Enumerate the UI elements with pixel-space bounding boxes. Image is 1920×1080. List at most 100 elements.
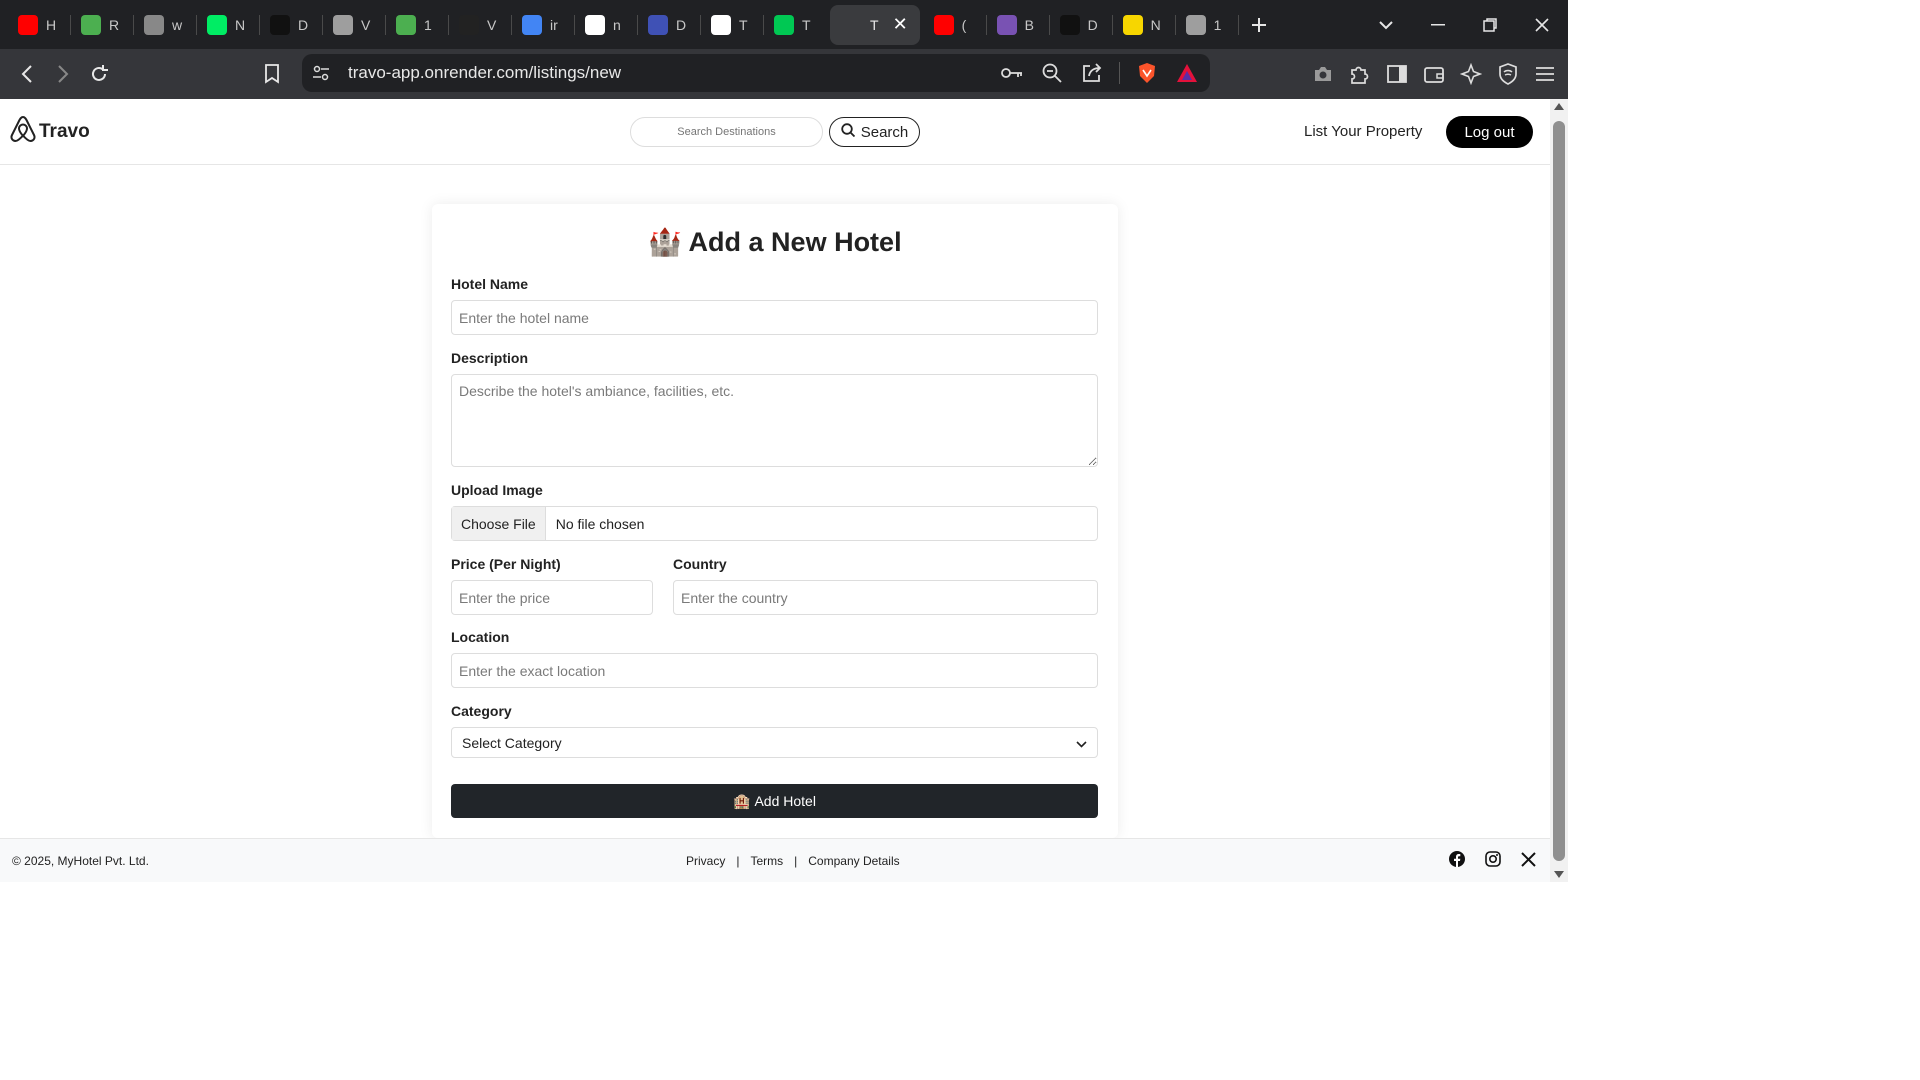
browser-tab[interactable]: 1 — [386, 5, 448, 45]
x-icon[interactable] — [1521, 851, 1536, 870]
search-icon — [841, 123, 855, 141]
browser-tab[interactable]: T ✕ — [830, 4, 920, 45]
scroll-down-icon[interactable] — [1554, 871, 1564, 878]
search-button[interactable]: Search — [829, 117, 920, 147]
address-bar[interactable]: travo-app.onrender.com/listings/new — [302, 54, 1210, 92]
search-destinations-input[interactable] — [630, 117, 823, 147]
browser-tab[interactable]: R — [71, 5, 133, 45]
url-text[interactable]: travo-app.onrender.com/listings/new — [348, 63, 621, 83]
globe-icon — [1185, 14, 1206, 35]
site-footer: © 2025, MyHotel Pvt. Ltd. Privacy | Term… — [0, 838, 1550, 882]
browser-tab[interactable]: n — [575, 5, 637, 45]
tab-title: ir — [550, 16, 558, 33]
zoom-out-icon[interactable] — [1039, 60, 1065, 86]
window-controls — [1360, 0, 1568, 49]
reload-button[interactable] — [81, 56, 117, 92]
location-input[interactable] — [451, 653, 1098, 688]
back-button[interactable] — [9, 56, 45, 92]
browser-tab[interactable]: ir — [512, 5, 574, 45]
travo-tab-icon — [842, 15, 862, 35]
forward-button[interactable] — [45, 56, 81, 92]
browser-tab[interactable]: B — [987, 5, 1049, 45]
country-input[interactable] — [673, 580, 1098, 615]
privacy-link[interactable]: Privacy — [686, 854, 725, 868]
tab-title: V — [361, 16, 371, 33]
leaf-icon — [81, 14, 101, 35]
google-icon — [522, 14, 542, 35]
browser-tab[interactable]: V — [449, 5, 511, 45]
price-input[interactable] — [451, 580, 653, 615]
brand-link[interactable]: Travo — [10, 115, 90, 148]
camera-icon[interactable] — [1310, 61, 1336, 87]
add-hotel-button[interactable]: 🏨 Add Hotel — [451, 784, 1098, 818]
minimize-button[interactable] — [1412, 0, 1464, 49]
browser-tab[interactable]: w — [134, 5, 196, 45]
image-file-input[interactable]: Choose File No file chosen — [451, 506, 1098, 541]
github-icon — [585, 14, 605, 35]
hotel-emoji-icon: 🏨 — [733, 792, 751, 809]
tab-title: D — [298, 16, 309, 33]
page-title: 🏰 Add a New Hotel — [432, 226, 1118, 258]
browser-tab[interactable]: 1 — [1176, 5, 1238, 45]
price-label: Price (Per Night) — [451, 556, 561, 572]
copyright-text: © 2025, MyHotel Pvt. Ltd. — [12, 854, 149, 868]
tab-search-chevron-icon[interactable] — [1360, 0, 1412, 49]
brave-rewards-icon[interactable] — [1174, 60, 1200, 86]
wallet-icon[interactable] — [1421, 61, 1447, 87]
vpn-shield-icon[interactable] — [1495, 61, 1521, 87]
close-tab-icon[interactable]: ✕ — [893, 14, 908, 35]
location-label: Location — [451, 629, 510, 645]
browser-tab[interactable]: T — [701, 5, 763, 45]
tab-title: B — [1024, 16, 1034, 33]
circle-app-icon — [144, 14, 164, 35]
browser-toolbar: travo-app.onrender.com/listings/new — [0, 49, 1568, 99]
browser-tab[interactable]: N — [1113, 5, 1175, 45]
choose-file-button[interactable]: Choose File — [452, 507, 546, 540]
scrollbar-thumb[interactable] — [1553, 121, 1565, 861]
close-window-button[interactable] — [1516, 0, 1568, 49]
youtube-icon — [18, 14, 38, 35]
instagram-icon[interactable] — [1485, 851, 1501, 870]
site-settings-icon[interactable] — [308, 60, 334, 86]
tab-title: H — [46, 16, 57, 33]
share-icon[interactable] — [1079, 60, 1105, 86]
list-your-property-link[interactable]: List Your Property — [1304, 123, 1422, 140]
menu-hamburger-icon[interactable] — [1532, 61, 1558, 87]
bookmark-icon[interactable] — [254, 56, 290, 92]
scroll-up-icon[interactable] — [1554, 103, 1564, 110]
company-details-link[interactable]: Company Details — [808, 854, 899, 868]
hotel-name-input[interactable] — [451, 300, 1098, 335]
flipkart-icon — [1122, 14, 1143, 35]
tab-title: V — [487, 16, 497, 33]
browser-tab[interactable]: T — [764, 5, 826, 45]
new-hotel-form-card: 🏰 Add a New Hotel Hotel Name Description… — [432, 204, 1118, 838]
logout-button[interactable]: Log out — [1446, 116, 1533, 148]
browser-tab[interactable]: ( — [924, 5, 986, 45]
tab-title: N — [235, 16, 246, 33]
tab-title: T — [739, 16, 748, 33]
browser-tab-strip: H Rw N D V 1 Vir n D T T T ✕(B D N 1 — [0, 0, 1568, 49]
facebook-icon[interactable] — [1449, 851, 1465, 870]
globe-icon — [333, 14, 353, 35]
page-scrollbar[interactable] — [1550, 99, 1568, 882]
restore-button[interactable] — [1464, 0, 1516, 49]
category-select[interactable]: Select Category — [451, 727, 1098, 758]
description-textarea[interactable] — [451, 374, 1098, 467]
brave-shields-icon[interactable] — [1134, 60, 1160, 86]
key-icon[interactable] — [999, 60, 1025, 86]
tab-title: 1 — [424, 16, 432, 33]
browser-tab[interactable]: D — [1050, 5, 1112, 45]
new-tab-button[interactable] — [1239, 0, 1279, 49]
terms-link[interactable]: Terms — [750, 854, 783, 868]
browser-tab[interactable]: D — [638, 5, 700, 45]
browser-tab[interactable]: V — [323, 5, 385, 45]
browser-tab[interactable]: H — [8, 5, 70, 45]
tab-list: H Rw N D V 1 Vir n D T T T ✕(B D N 1 — [0, 4, 1239, 45]
leo-ai-icon[interactable] — [1458, 61, 1484, 87]
browser-tab[interactable]: N — [197, 5, 259, 45]
browser-tab[interactable]: D — [260, 5, 322, 45]
sidebar-icon[interactable] — [1384, 61, 1410, 87]
tab-title: n — [613, 16, 621, 33]
brand-name[interactable]: Travo — [39, 121, 90, 143]
extensions-puzzle-icon[interactable] — [1347, 61, 1373, 87]
